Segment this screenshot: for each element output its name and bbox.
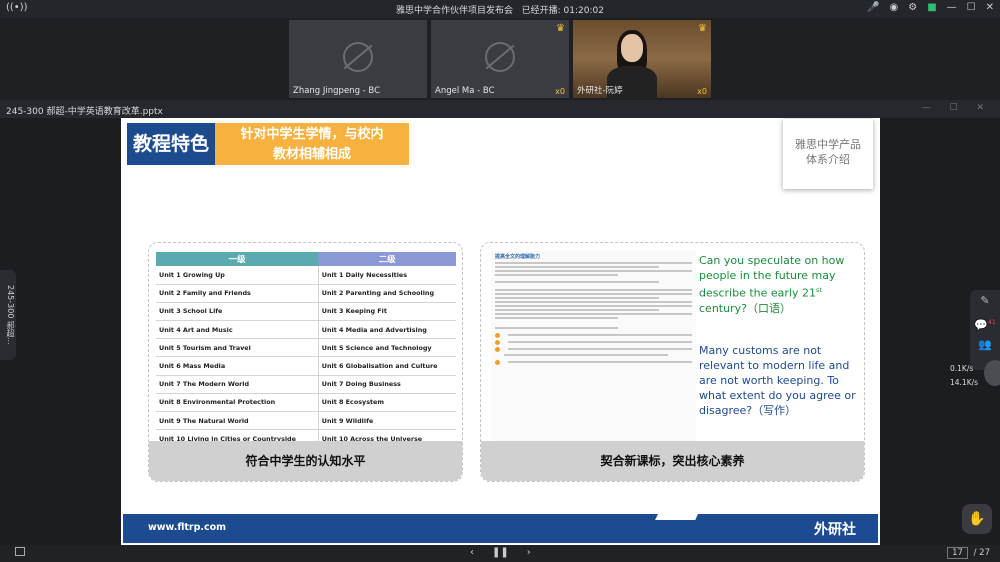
- trophy-count: x0: [697, 87, 707, 96]
- bullet-icon: [495, 347, 500, 352]
- face-image: [621, 34, 643, 62]
- participant-name: Angel Ma - BC: [435, 86, 495, 96]
- video-tile[interactable]: Zhang Jingpeng - BC: [289, 20, 427, 98]
- slide-nav: ‹ ❚❚ ›: [470, 547, 531, 558]
- video-strip: Zhang Jingpeng - BC ♛ Angel Ma - BC x0 ♛…: [0, 18, 1000, 100]
- camera-off-icon: [485, 42, 515, 72]
- trophy-count: x0: [555, 87, 565, 96]
- top-bar: ((•)) 雅思中学合作伙伴项目发布会 已经开播: 01:20:02 🎤 ◉ ⚙…: [0, 0, 1000, 18]
- network-speed: 0.1K/s 14.1K/s: [950, 364, 979, 387]
- bullet-icon: [495, 360, 500, 365]
- total-pages: / 27: [973, 548, 990, 558]
- crown-icon: ♛: [698, 23, 707, 34]
- curriculum-panel: 提高全文的理解能力 Can you speculate on how peopl…: [480, 242, 865, 482]
- table-row: Unit 2 Family and Friends Unit 2 Parentin…: [156, 284, 456, 303]
- excerpt-heading: 提高全文的理解能力: [495, 254, 541, 260]
- elapsed-time: 已经开播: 01:20:02: [521, 6, 604, 16]
- slide-footer: www.fltrp.com 外研社: [123, 508, 878, 543]
- bottom-bar: ‹ ❚❚ › 17 / 27: [0, 545, 1000, 562]
- participant-name: Zhang Jingpeng - BC: [293, 86, 381, 96]
- table-row: Unit 9 The Natural World Unit 9 Wildlife: [156, 411, 456, 431]
- camera-icon[interactable]: ■: [927, 2, 936, 13]
- close-icon[interactable]: ✕: [986, 2, 994, 13]
- unit-table: 一级 二级 Unit 1 Growing Up Unit 1 Daily Nece…: [156, 252, 456, 449]
- crown-icon: ♛: [556, 23, 565, 34]
- next-slide-icon[interactable]: ›: [527, 547, 531, 558]
- textbook-excerpt: 提高全文的理解能力: [491, 251, 696, 441]
- table-row: Unit 3 School Life Unit 3 Keeping Fit: [156, 302, 456, 322]
- bullet-icon: [495, 340, 500, 345]
- table-header: 一级: [156, 252, 319, 266]
- publisher-logo: 外研社: [814, 522, 856, 538]
- footer-notch: [655, 508, 701, 520]
- prev-slide-icon[interactable]: ‹: [470, 547, 474, 558]
- slide-subtitle: 针对中学生学情，与校内 教材相辅相成: [215, 123, 409, 165]
- minimize-icon[interactable]: —: [947, 2, 957, 13]
- video-tile[interactable]: ♛ Angel Ma - BC x0: [431, 20, 569, 98]
- settings-icon[interactable]: ⚙: [908, 2, 917, 13]
- camera-off-icon: [343, 42, 373, 72]
- right-caption: 契合新课标，突出核心素养: [481, 441, 864, 481]
- writing-question: Many customs are not relevant to modern …: [699, 344, 856, 417]
- slide-tag: 教程特色: [127, 123, 215, 165]
- pause-icon[interactable]: ❚❚: [492, 547, 509, 558]
- table-header: 二级: [318, 252, 456, 266]
- raise-hand-icon[interactable]: ✋: [962, 504, 992, 534]
- page-indicator: 17 / 27: [947, 547, 990, 559]
- table-row: Unit 6 Mass Media Unit 6 Globalisation an…: [156, 356, 456, 376]
- top-controls: 🎤 ◉ ⚙ ■ — ☐ ✕: [867, 2, 994, 13]
- side-file-tab[interactable]: 245-300 郝超...: [0, 270, 16, 360]
- presentation-slide: 教程特色 针对中学生学情，与校内 教材相辅相成 雅思中学产品 体系介绍 一级 二…: [121, 118, 880, 545]
- people-icon[interactable]: 👥: [970, 334, 1000, 356]
- speaker-icon[interactable]: ◉: [889, 2, 898, 13]
- speaking-question: Can you speculate on how people in the f…: [699, 254, 845, 315]
- table-row: Unit 7 The Modern World Unit 7 Doing Busi…: [156, 375, 456, 394]
- left-caption: 符合中学生的认知水平: [149, 441, 462, 481]
- video-tile[interactable]: ♛ 外研社-阮婷 x0: [573, 20, 711, 98]
- table-row: Unit 1 Growing Up Unit 1 Daily Necessitie…: [156, 266, 456, 285]
- table-row: Unit 8 Environmental Protection Unit 8 Ec…: [156, 393, 456, 413]
- level-panel: 一级 二级 Unit 1 Growing Up Unit 1 Daily Nece…: [148, 242, 463, 482]
- product-box: 雅思中学产品 体系介绍: [783, 119, 873, 189]
- footer-url: www.fltrp.com: [148, 522, 227, 533]
- current-page[interactable]: 17: [947, 547, 968, 559]
- table-row: Unit 4 Art and Music Unit 4 Media and Adv…: [156, 320, 456, 340]
- bullet-icon: [495, 333, 500, 338]
- file-name: 245-300 郝超-中学英语教育改革.pptx: [6, 107, 163, 117]
- window-controls[interactable]: — ☐ ✕: [922, 103, 992, 113]
- floating-bubble[interactable]: [984, 360, 1000, 386]
- meeting-title: 雅思中学合作伙伴项目发布会 已经开播: 01:20:02: [396, 6, 604, 16]
- chat-icon[interactable]: 💬41: [970, 312, 1000, 334]
- table-row: Unit 5 Tourism and Travel Unit 5 Science …: [156, 338, 456, 358]
- participant-name: 外研社-阮婷: [577, 86, 623, 96]
- maximize-icon[interactable]: ☐: [967, 2, 976, 13]
- file-title-bar: 245-300 郝超-中学英语教育改革.pptx — ☐ ✕: [0, 100, 1000, 118]
- screen-icon[interactable]: [15, 547, 25, 556]
- right-toolbar: ✎ 💬41 👥: [970, 290, 1000, 370]
- microphone-icon[interactable]: 🎤: [867, 2, 879, 13]
- edit-icon[interactable]: ✎: [970, 290, 1000, 312]
